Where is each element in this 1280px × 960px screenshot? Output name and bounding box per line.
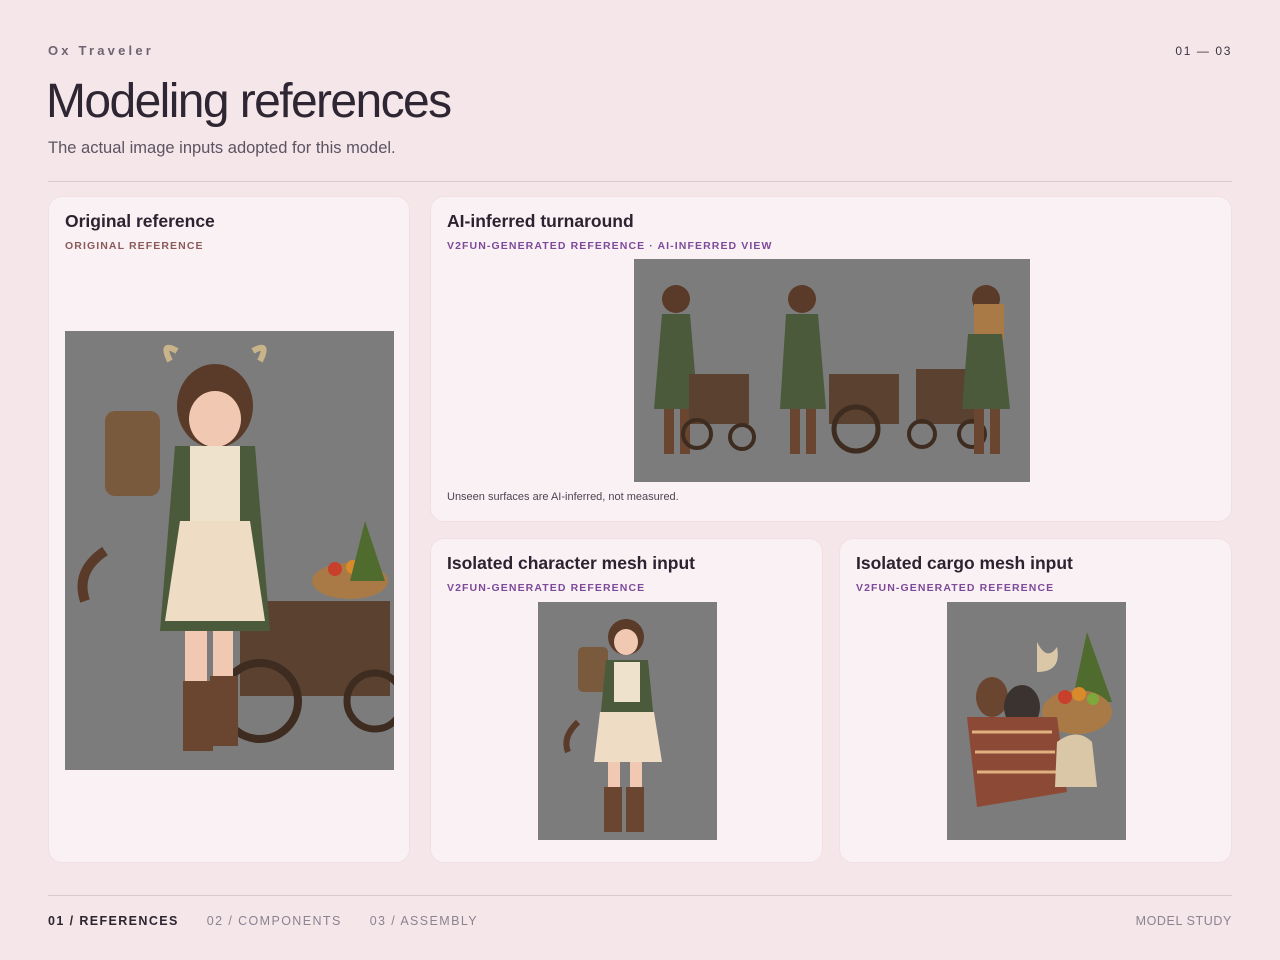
card-title: Original reference: [65, 211, 215, 231]
header-divider: [48, 181, 1232, 182]
turnaround-image: [634, 259, 1030, 482]
card-title: Isolated character mesh input: [447, 553, 695, 573]
character-mesh-image: [538, 602, 717, 840]
original-reference-image: [65, 331, 394, 770]
footer-navigation: 01 / REFERENCES 02 / COMPONENTS 03 / ASS…: [48, 914, 478, 928]
card-original-reference: Original reference ORIGINAL REFERENCE: [48, 196, 410, 863]
card-cargo-mesh: Isolated cargo mesh input V2FUN-GENERATE…: [839, 538, 1232, 863]
cargo-mesh-image: [947, 602, 1126, 840]
card-tag: V2FUN-GENERATED REFERENCE: [856, 582, 1055, 594]
turnaround-note: Unseen surfaces are AI-inferred, not mea…: [447, 491, 679, 503]
card-title: AI-inferred turnaround: [447, 211, 634, 231]
nav-item-references[interactable]: 01 / REFERENCES: [48, 914, 179, 928]
card-tag: V2FUN-GENERATED REFERENCE: [447, 582, 646, 594]
nav-item-components[interactable]: 02 / COMPONENTS: [207, 914, 342, 928]
page-counter: 01 — 03: [1175, 44, 1232, 58]
card-tag: ORIGINAL REFERENCE: [65, 240, 204, 252]
card-ai-turnaround: AI-inferred turnaround V2FUN-GENERATED R…: [430, 196, 1232, 522]
card-title: Isolated cargo mesh input: [856, 553, 1073, 573]
page-title: Modeling references: [46, 75, 452, 128]
card-character-mesh: Isolated character mesh input V2FUN-GENE…: [430, 538, 823, 863]
nav-item-assembly[interactable]: 03 / ASSEMBLY: [370, 914, 478, 928]
footer-divider: [48, 895, 1232, 896]
card-tag: V2FUN-GENERATED REFERENCE · AI-INFERRED …: [447, 240, 773, 252]
page-subtitle: The actual image inputs adopted for this…: [48, 139, 396, 157]
brand-label: Ox Traveler: [48, 43, 155, 58]
footer-label: MODEL STUDY: [1135, 914, 1232, 928]
